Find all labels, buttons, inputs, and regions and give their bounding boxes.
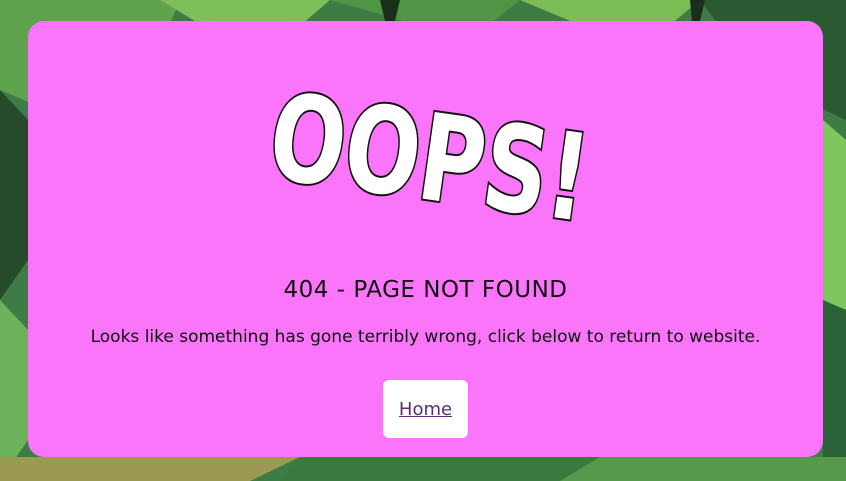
error-message: Looks like something has gone terribly w… [90, 327, 761, 347]
oops-illustration: OOPS! [259, 66, 599, 252]
oops-text: OOPS! [261, 68, 597, 250]
error-headline: 404 - PAGE NOT FOUND [283, 277, 568, 303]
error-card: OOPS! 404 - PAGE NOT FOUND Looks like so… [28, 21, 823, 457]
home-button[interactable]: Home [383, 380, 468, 438]
